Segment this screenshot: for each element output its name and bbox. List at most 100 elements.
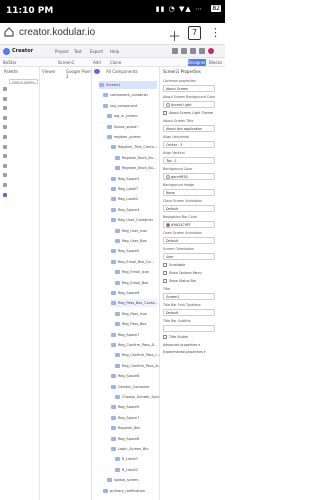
property-input[interactable]: About Screen <box>163 85 215 92</box>
new-tab-icon[interactable]: ＋ <box>168 26 181 45</box>
property-color-picker[interactable]: gbcn9ff30 <box>163 173 215 180</box>
property-input[interactable]: Default <box>163 237 215 244</box>
tree-item[interactable]: Choose_Gender_Spin... <box>115 393 162 401</box>
menu-export[interactable]: Export <box>90 49 103 54</box>
address-text[interactable]: creator.kodular.io <box>19 27 95 38</box>
clone-screen-button[interactable]: Clone <box>110 60 121 65</box>
tree-item[interactable]: Reg_Space5 <box>111 247 157 255</box>
tree-item[interactable]: Reg_Space7 <box>111 414 157 422</box>
property-checkbox[interactable]: Title Visible <box>163 335 188 339</box>
palette-category-icon[interactable] <box>3 163 7 168</box>
menu-help[interactable]: Help <box>110 49 119 54</box>
tree-item[interactable]: Login_Screen_Bin <box>111 445 157 453</box>
tree-item[interactable]: register_screen <box>107 133 157 141</box>
checkbox-icon[interactable] <box>163 111 167 115</box>
tree-item[interactable]: Reg_Label7 <box>111 185 157 193</box>
palette-category-icon[interactable] <box>3 87 7 91</box>
property-section-toggle[interactable]: Advanced properties ▾ <box>163 343 221 347</box>
tree-item[interactable]: Reg_Space7 <box>111 331 157 339</box>
tree-item[interactable]: Register_Title_Conta... <box>111 143 157 151</box>
property-input[interactable] <box>163 325 215 332</box>
palette-category-icon[interactable] <box>3 115 7 120</box>
tree-item[interactable]: Space_splash <box>107 123 157 131</box>
property-input[interactable]: About this application <box>163 125 215 132</box>
tree-item[interactable]: Reg_User_Container <box>111 216 157 224</box>
tree-item[interactable]: Reg_User_Box <box>115 237 157 245</box>
tree-item[interactable]: Reg_Confirm_Pass_B... <box>115 362 161 370</box>
checkbox-icon[interactable] <box>163 279 167 283</box>
tree-item[interactable]: Reg_Space4 <box>111 206 157 214</box>
checkbox-icon[interactable] <box>163 271 167 275</box>
property-input[interactable]: Top : 1 <box>163 157 215 164</box>
tab-switcher-button[interactable]: 7 <box>188 26 201 40</box>
add-screen-button[interactable]: Add <box>93 60 101 65</box>
tree-item[interactable]: Reg_Email_Box <box>115 279 157 287</box>
tree-item[interactable]: Reg_Confirm_Pass_B... <box>111 341 157 349</box>
tree-item[interactable]: Register_Back_Bu... <box>115 154 157 162</box>
help-icon[interactable] <box>199 48 205 54</box>
tree-item[interactable]: Reg_Space9 <box>111 403 157 411</box>
tree-item[interactable]: Reg_Space8 <box>111 435 157 443</box>
tree-item[interactable]: R_Label7 <box>115 455 157 463</box>
settings-icon[interactable] <box>190 48 196 54</box>
checkbox-icon[interactable] <box>163 335 167 339</box>
tree-item[interactable]: Reg_Pass_Box <box>115 320 157 328</box>
notifications-icon[interactable] <box>172 48 178 54</box>
property-input[interactable]: Center : 3 <box>163 141 215 148</box>
property-color-picker[interactable]: #9A31C9FF <box>163 221 215 228</box>
property-checkbox[interactable]: Show Options Menu <box>163 271 202 275</box>
tree-item[interactable]: Reg_Space6 <box>111 289 157 297</box>
palette-category-icon[interactable] <box>3 125 7 130</box>
project-name[interactable]: BeStar <box>3 60 16 65</box>
designer-button[interactable]: Designer <box>188 59 206 66</box>
gallery-icon[interactable] <box>181 48 187 54</box>
tree-item[interactable]: component_container <box>103 91 157 99</box>
palette-search-input[interactable]: Search palette <box>9 79 38 84</box>
tree-item[interactable]: Reg_Email_Icon <box>115 268 157 276</box>
avatar[interactable] <box>208 48 214 54</box>
tree-item[interactable]: Reg_Label2 <box>111 195 157 203</box>
property-checkbox[interactable]: Show Status Bar <box>163 279 196 283</box>
tree-item[interactable]: log_in_screen <box>107 112 157 120</box>
property-section-toggle[interactable]: Experimental properties ▾ <box>163 350 221 354</box>
menu-test[interactable]: Test <box>74 49 82 54</box>
tree-item[interactable]: Screen1 <box>99 81 157 89</box>
tree-item[interactable]: reg_component <box>103 102 157 110</box>
property-input[interactable]: Screen1 <box>163 293 215 300</box>
property-input[interactable]: Default <box>163 309 215 316</box>
tree-item[interactable]: Reg_Email_Box_Co... <box>111 258 157 266</box>
palette-category-icon[interactable] <box>3 192 7 197</box>
tree-item[interactable]: Reg_Space3 <box>111 175 157 183</box>
tree-item[interactable]: Reg_Pass_Icon <box>115 310 157 318</box>
overflow-menu-icon[interactable]: ⋮ <box>210 26 221 39</box>
property-input[interactable]: User <box>163 253 215 260</box>
blocks-button[interactable]: Blocks <box>207 59 224 66</box>
device-select[interactable]: Google Pixel 2 <box>66 69 91 79</box>
tree-item[interactable]: primary_notification <box>103 487 157 495</box>
tree-item[interactable]: Reg_Confirm_Pass_I... <box>115 351 160 359</box>
palette-category-icon[interactable] <box>3 154 7 159</box>
property-checkbox[interactable]: About Screen Light Theme <box>163 111 213 115</box>
palette-category-icon[interactable] <box>3 144 7 149</box>
checkbox-icon[interactable] <box>163 263 167 267</box>
menu-project[interactable]: Project <box>55 49 69 54</box>
home-icon[interactable] <box>4 27 14 37</box>
palette-category-icon[interactable] <box>3 96 7 101</box>
tree-item[interactable]: R_Label2 <box>115 466 157 474</box>
screen-select[interactable]: Screen1 <box>58 60 74 65</box>
property-input[interactable]: None <box>163 189 215 196</box>
tree-item[interactable]: splash_screen <box>107 476 157 484</box>
tree-item[interactable]: Reg_User_Icon <box>115 227 157 235</box>
tree-item[interactable]: Register_Back_Bu... <box>115 164 157 172</box>
property-checkbox[interactable]: Scrollable <box>163 263 185 267</box>
palette-category-icon[interactable] <box>3 173 7 178</box>
tree-item[interactable]: Gender_Container <box>111 383 157 391</box>
palette-category-icon[interactable] <box>3 135 7 139</box>
property-input[interactable]: Default <box>163 205 215 212</box>
palette-category-icon[interactable] <box>3 183 7 187</box>
tree-item[interactable]: Reg_Space8 <box>111 372 157 380</box>
tree-item[interactable]: Register_Btn <box>111 424 157 432</box>
palette-category-icon[interactable] <box>3 106 7 111</box>
tree-item[interactable]: Reg_Pass_Box_Conta... <box>111 299 158 308</box>
property-color-picker[interactable]: Accent Light <box>163 101 215 108</box>
